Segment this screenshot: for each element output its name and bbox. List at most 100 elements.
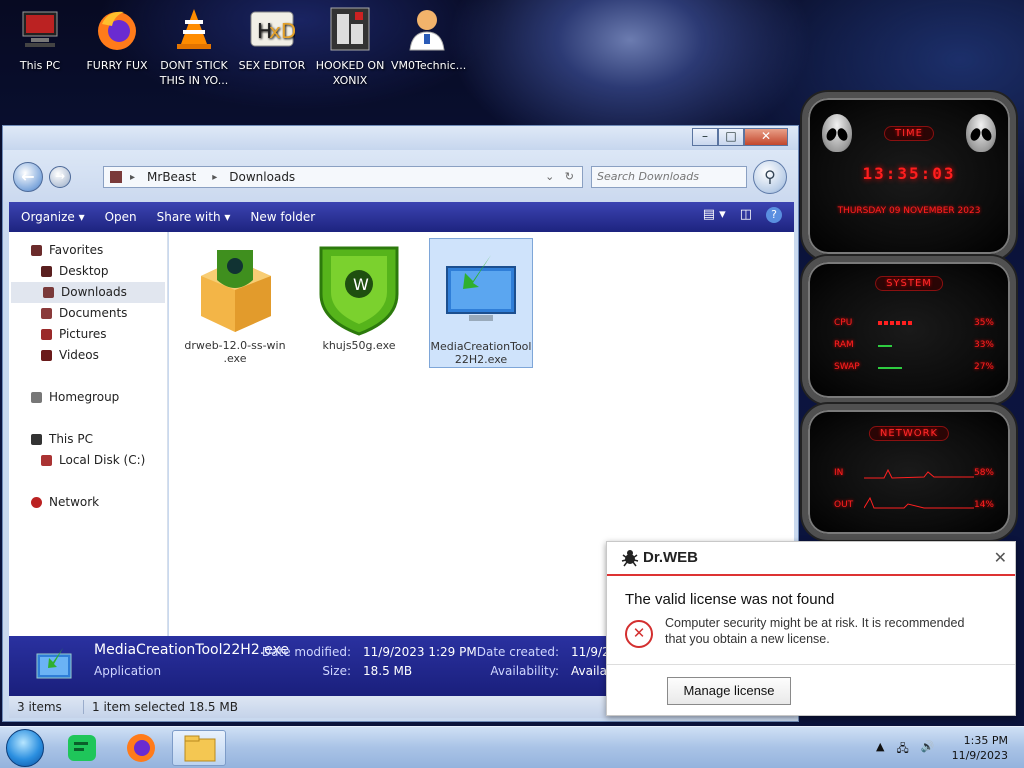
nav-label: Favorites [49, 243, 104, 257]
nav-downloads[interactable]: Downloads [11, 282, 165, 303]
desktop-icon-sex-editor[interactable]: HxD SEX EDITOR [236, 6, 308, 73]
nav-label: This PC [49, 432, 93, 446]
new-folder-button[interactable]: New folder [240, 210, 325, 224]
availability-label: Availability: [490, 664, 559, 678]
firefox-icon [94, 6, 140, 52]
search-icon[interactable]: ⚲ [753, 160, 787, 194]
swap-label: SWAP [834, 362, 860, 372]
computer-icon [31, 434, 42, 445]
net-out-value: 14% [973, 500, 994, 510]
pictures-icon [41, 329, 52, 340]
drweb-license-notification: Dr.WEB ✕ The valid license was not found… [606, 541, 1016, 716]
desktop-icon-this-pc[interactable]: This PC [4, 6, 76, 73]
time-title: TIME [883, 126, 935, 141]
desktop-icon-hooked-on-xonix[interactable]: HOOKED ON XONIX [314, 6, 386, 88]
availability-value: Availa [571, 664, 607, 678]
nav-homegroup[interactable]: Homegroup [9, 387, 167, 408]
file-item-drweb[interactable]: drweb-12.0-ss-win .exe [183, 238, 287, 368]
nav-network[interactable]: Network [9, 492, 167, 513]
ram-value: 33% [973, 340, 994, 350]
close-icon[interactable]: ✕ [994, 548, 1007, 567]
nav-label: Documents [59, 306, 128, 320]
folder-icon [184, 735, 216, 762]
file-item-mediacreationtool[interactable]: MediaCreationTool 22H2.exe [429, 238, 533, 368]
navigation-pane: Favorites Desktop Downloads Documents Pi… [9, 232, 168, 636]
details-file-icon [35, 646, 75, 685]
nav-local-disk[interactable]: Local Disk (C:) [9, 450, 167, 471]
nav-label: Pictures [59, 327, 107, 341]
system-tray: ▲ 🖧 🔊 [876, 740, 934, 759]
breadcrumb-mrbeast[interactable]: MrBeast [147, 170, 196, 184]
net-in-value: 58% [973, 468, 994, 478]
nav-desktop[interactable]: Desktop [9, 261, 167, 282]
network-panel: NETWORK IN 58% OUT 14% [802, 404, 1016, 540]
start-button[interactable] [6, 729, 44, 767]
file-name-ext: 22H2.exe [454, 353, 508, 366]
desktop-icon-vm0technic[interactable]: VM0Technic... [391, 6, 466, 73]
breadcrumb-downloads[interactable]: Downloads [229, 170, 295, 184]
taskbar-app-firefox[interactable] [114, 730, 168, 766]
manage-license-button[interactable]: Manage license [667, 677, 791, 705]
breadcrumb-separator-icon: ▸ [212, 171, 218, 183]
favorites-icon [31, 245, 42, 256]
nav-documents[interactable]: Documents [9, 303, 167, 324]
volume-icon[interactable]: 🔊 [921, 740, 935, 759]
firefox-icon [127, 734, 155, 762]
system-title: SYSTEM [875, 276, 943, 291]
details-file-type: Application [94, 664, 162, 678]
taskbar-app-notes[interactable] [56, 730, 110, 766]
nav-label: Videos [59, 348, 99, 362]
nav-label: Homegroup [49, 390, 120, 404]
file-name-ext: .exe [223, 352, 247, 365]
view-options-icon[interactable]: ▤ ▾ [703, 207, 726, 223]
date-created-label: Date created: [476, 645, 559, 659]
refresh-icon[interactable]: ⌄ ↻ [545, 170, 574, 183]
desktop-icon-furry-fux[interactable]: FURRY FUX [81, 6, 153, 73]
nav-label: Local Disk (C:) [59, 453, 146, 467]
minimize-button[interactable]: – [692, 128, 718, 146]
notification-message: Computer security might be at risk. It i… [665, 616, 965, 646]
size-value: 18.5 MB [363, 664, 413, 678]
notification-header: Dr.WEB ✕ [607, 542, 1015, 576]
nav-favorites[interactable]: Favorites [9, 240, 167, 261]
close-button[interactable]: ✕ [744, 128, 788, 146]
ram-bar [878, 345, 892, 347]
open-button[interactable]: Open [95, 210, 147, 224]
share-with-button[interactable]: Share with ▾ [147, 210, 241, 224]
taskbar-app-explorer[interactable] [172, 730, 226, 766]
back-button[interactable]: ← [13, 162, 43, 192]
desktop-icon-vlc[interactable]: DONT STICK THIS IN YO... [158, 6, 230, 88]
ram-label: RAM [834, 340, 854, 350]
file-name: khujs50g.exe [322, 339, 396, 352]
tray-expand-icon[interactable]: ▲ [876, 740, 884, 759]
window-titlebar[interactable]: – □ ✕ [3, 126, 798, 150]
nav-videos[interactable]: Videos [9, 345, 167, 366]
help-icon[interactable]: ? [766, 207, 782, 223]
nav-label: Network [49, 495, 100, 509]
documents-icon [41, 308, 52, 319]
alien-head-icon [966, 114, 996, 152]
error-icon: ✕ [625, 620, 653, 648]
clock-date: 11/9/2023 [951, 749, 1008, 762]
svg-text:xD: xD [269, 19, 295, 43]
system-monitor-gadget[interactable]: TIME 13:35:03 THURSDAY 09 NOVEMBER 2023 … [794, 92, 1024, 540]
breadcrumb-separator-icon: ▸ [130, 171, 136, 183]
forward-button[interactable]: → [49, 166, 71, 188]
vlc-icon [171, 6, 217, 52]
address-bar[interactable]: ▸ MrBeast ▸ Downloads ⌄ ↻ [103, 166, 583, 188]
time-panel: TIME 13:35:03 THURSDAY 09 NOVEMBER 2023 [802, 92, 1016, 260]
game-icon [327, 6, 373, 52]
search-input[interactable]: Search Downloads [591, 166, 747, 188]
net-out-graph [864, 496, 974, 509]
taskbar-clock[interactable]: 1:35 PM 11/9/2023 [952, 733, 1008, 763]
drweb-brand: Dr.WEB [643, 549, 699, 566]
nav-this-pc[interactable]: This PC [9, 429, 167, 450]
maximize-button[interactable]: □ [718, 128, 744, 146]
file-item-khujs50g[interactable]: W khujs50g.exe [307, 238, 411, 368]
nav-pictures[interactable]: Pictures [9, 324, 167, 345]
drweb-spider-icon [621, 550, 639, 567]
doctor-icon [404, 6, 450, 52]
organize-button[interactable]: Organize ▾ [9, 210, 95, 224]
preview-pane-icon[interactable]: ◫ [740, 207, 752, 223]
network-status-icon[interactable]: 🖧 [896, 740, 908, 759]
